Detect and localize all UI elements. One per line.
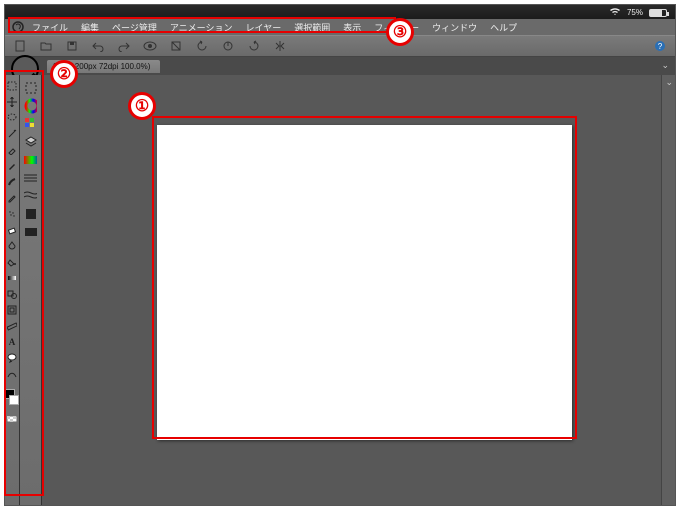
gradient-strip-icon[interactable] (24, 153, 37, 166)
document-tab[interactable]: 00 x 1200px 72dpi 100.0%) (47, 60, 160, 73)
open-icon[interactable] (35, 38, 57, 54)
move-tool-icon[interactable] (6, 95, 19, 108)
menu-help[interactable]: ヘルプ (484, 20, 523, 35)
select-tool-icon[interactable] (6, 79, 19, 92)
blend-tool-icon[interactable] (6, 239, 19, 252)
menu-selection[interactable]: 選択範囲 (288, 20, 336, 35)
gradient-tool-icon[interactable] (6, 271, 19, 284)
app-window: 75% ファイル 編集 ページ管理 アニメーション レイヤー 選択範囲 表示 フ… (4, 4, 676, 506)
rotate-right-icon[interactable] (243, 38, 265, 54)
help-icon[interactable]: ? (649, 38, 671, 54)
title-bar: 75% (5, 5, 675, 19)
balloon-tool-icon[interactable] (6, 351, 19, 364)
shape-tool-icon[interactable] (6, 287, 19, 300)
save-icon[interactable] (61, 38, 83, 54)
frame-tool-icon[interactable] (6, 303, 19, 316)
document-tab-strip: 00 x 1200px 72dpi 100.0%) ⌄ (5, 57, 675, 75)
pen-tool-icon[interactable] (6, 159, 19, 172)
menu-filter[interactable]: フィルター (368, 20, 425, 35)
lasso-tool-icon[interactable] (6, 111, 19, 124)
subtool-icon[interactable] (24, 81, 37, 94)
rotate-left-icon[interactable] (191, 38, 213, 54)
brush-tool-icon[interactable] (6, 175, 19, 188)
wand-tool-icon[interactable] (6, 127, 19, 140)
undo-icon[interactable] (87, 38, 109, 54)
background-swatch[interactable] (9, 395, 19, 405)
menu-edit[interactable]: 編集 (75, 20, 105, 35)
fill-tool-icon[interactable] (6, 255, 19, 268)
menu-window[interactable]: ウィンドウ (426, 20, 483, 35)
menu-file[interactable]: ファイル (26, 20, 74, 35)
menu-page[interactable]: ページ管理 (106, 20, 163, 35)
right-panel-collapsed[interactable]: ⌄ (661, 75, 675, 505)
rect-fill-icon[interactable] (24, 225, 37, 238)
eyedrop-tool-icon[interactable] (6, 143, 19, 156)
battery-text: 75% (627, 8, 643, 17)
app-logo-icon[interactable] (11, 20, 25, 34)
tool-palette: A (5, 75, 20, 505)
new-icon[interactable] (9, 38, 31, 54)
correct-line-tool-icon[interactable] (6, 367, 19, 380)
canvas[interactable] (157, 125, 572, 440)
clear-icon[interactable] (165, 38, 187, 54)
menu-animation[interactable]: アニメーション (164, 20, 239, 35)
square-fill-icon[interactable] (24, 207, 37, 220)
menu-layer[interactable]: レイヤー (240, 20, 288, 35)
svg-text:?: ? (658, 42, 663, 51)
flip-h-icon[interactable] (269, 38, 291, 54)
command-bar: ? (5, 35, 675, 57)
color-swatches[interactable] (5, 389, 19, 405)
ruler-tool-icon[interactable] (6, 319, 19, 332)
spray-tool-icon[interactable] (6, 207, 19, 220)
panel-chevron-icon[interactable]: ⌄ (661, 60, 669, 71)
lines-icon[interactable] (24, 171, 37, 184)
pencil-tool-icon[interactable] (6, 191, 19, 204)
reset-rotate-icon[interactable] (217, 38, 239, 54)
layers-icon[interactable] (24, 135, 37, 148)
eraser-tool-icon[interactable] (6, 223, 19, 236)
text-tool-icon[interactable]: A (6, 335, 19, 348)
menu-bar: ファイル 編集 ページ管理 アニメーション レイヤー 選択範囲 表示 フィルター… (5, 19, 675, 35)
canvas-area[interactable]: ⌄ (42, 75, 675, 505)
workspace: A ⌄ (5, 75, 675, 505)
menu-view[interactable]: 表示 (337, 20, 367, 35)
color-wheel-icon[interactable] (24, 99, 37, 112)
transparent-swatch-icon[interactable] (6, 412, 19, 425)
color-set-icon[interactable] (24, 117, 37, 130)
property-palette (20, 75, 42, 505)
document-tab-label: 00 x 1200px 72dpi 100.0%) (53, 62, 150, 71)
expand-panel-icon[interactable]: ⌄ (665, 77, 673, 88)
battery-icon (649, 9, 667, 17)
eye-icon[interactable] (139, 38, 161, 54)
redo-icon[interactable] (113, 38, 135, 54)
wave-lines-icon[interactable] (24, 189, 37, 202)
wifi-icon (609, 7, 621, 18)
device-status: 75% (609, 7, 667, 18)
